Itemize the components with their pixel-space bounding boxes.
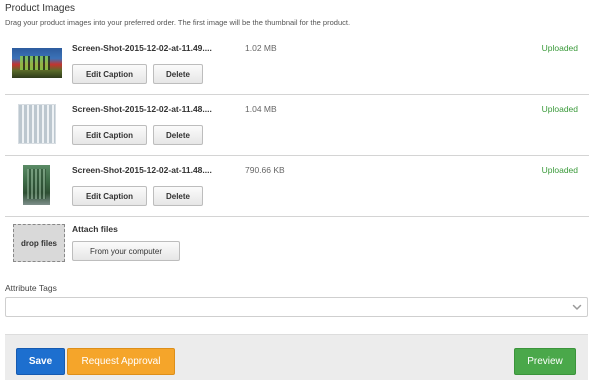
file-size: 1.04 MB xyxy=(245,104,277,114)
attach-files-label: Attach files xyxy=(72,224,118,234)
form-actions-bar: Save Request Approval Preview xyxy=(5,334,588,380)
file-size: 1.02 MB xyxy=(245,43,277,53)
drop-files-zone[interactable]: drop files xyxy=(13,224,65,262)
request-approval-button[interactable]: Request Approval xyxy=(67,348,175,375)
upload-row[interactable]: Screen-Shot-2015-12-02-at-11.48.... 1.04… xyxy=(5,95,589,156)
file-drop-area: drop files Attach files From your comput… xyxy=(5,217,589,269)
file-name: Screen-Shot-2015-12-02-at-11.49.... xyxy=(72,43,212,53)
edit-caption-button[interactable]: Edit Caption xyxy=(72,125,147,145)
thumbnail-image xyxy=(23,165,50,205)
upload-list: Screen-Shot-2015-12-02-at-11.49.... 1.02… xyxy=(5,34,589,217)
save-button[interactable]: Save xyxy=(16,348,65,375)
delete-button[interactable]: Delete xyxy=(153,186,203,206)
attribute-tags-label: Attribute Tags xyxy=(5,283,57,293)
thumbnail-image xyxy=(12,48,62,78)
upload-row[interactable]: Screen-Shot-2015-12-02-at-11.49.... 1.02… xyxy=(5,34,589,95)
image-thumbnail[interactable] xyxy=(11,43,63,83)
from-computer-button[interactable]: From your computer xyxy=(72,241,180,261)
upload-status: Uploaded xyxy=(541,165,578,175)
edit-caption-button[interactable]: Edit Caption xyxy=(72,64,147,84)
section-help-text: Drag your product images into your prefe… xyxy=(5,18,351,27)
upload-status: Uploaded xyxy=(541,104,578,114)
preview-button[interactable]: Preview xyxy=(514,348,576,375)
delete-button[interactable]: Delete xyxy=(153,64,203,84)
edit-caption-button[interactable]: Edit Caption xyxy=(72,186,147,206)
upload-status: Uploaded xyxy=(541,43,578,53)
image-thumbnail[interactable] xyxy=(11,104,63,144)
chevron-down-icon[interactable] xyxy=(572,302,582,312)
image-thumbnail[interactable] xyxy=(11,165,63,205)
file-name: Screen-Shot-2015-12-02-at-11.48.... xyxy=(72,165,212,175)
upload-row[interactable]: Screen-Shot-2015-12-02-at-11.48.... 790.… xyxy=(5,156,589,217)
section-title: Product Images xyxy=(5,3,76,14)
delete-button[interactable]: Delete xyxy=(153,125,203,145)
thumbnail-image xyxy=(18,104,56,144)
attribute-tags-select[interactable] xyxy=(5,297,588,317)
file-size: 790.66 KB xyxy=(245,165,285,175)
file-name: Screen-Shot-2015-12-02-at-11.48.... xyxy=(72,104,212,114)
